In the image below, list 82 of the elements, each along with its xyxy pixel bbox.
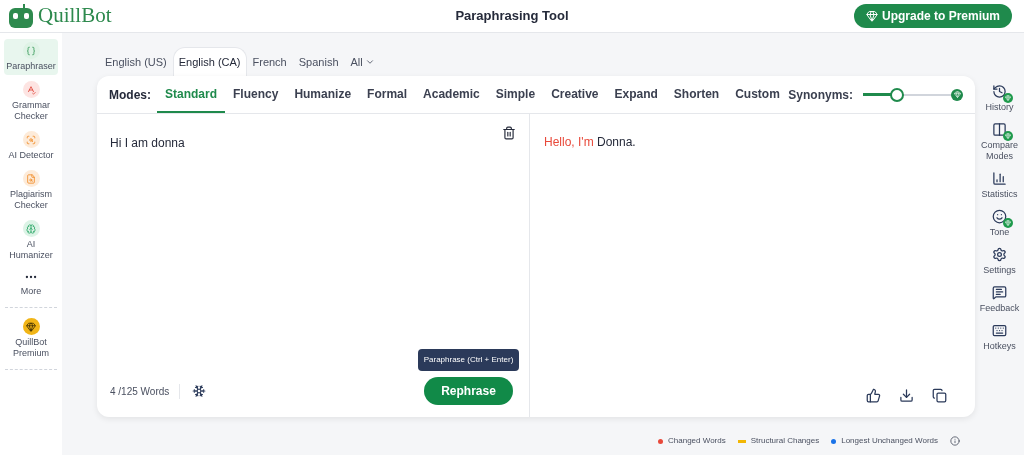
legend-label: Changed Words xyxy=(668,435,726,447)
mode-tab[interactable]: Creative xyxy=(543,76,607,113)
tool-label: Feedback xyxy=(979,303,1020,314)
mode-tab[interactable]: Simple xyxy=(487,76,544,113)
mode-tab[interactable]: Academic xyxy=(415,76,488,113)
sidebar-item[interactable]: More xyxy=(4,267,58,300)
synonyms-slider[interactable] xyxy=(863,87,963,102)
tool-item[interactable]: Tone xyxy=(989,209,1010,238)
input-text[interactable]: Hi I am donna xyxy=(110,134,185,152)
columns-icon xyxy=(992,122,1007,137)
page-title: Paraphrasing Tool xyxy=(455,7,569,26)
language-tab[interactable]: English (CA) xyxy=(172,47,247,76)
info-icon[interactable] xyxy=(950,436,960,446)
premium-badge-icon xyxy=(951,88,963,101)
synonyms-label: Synonyms: xyxy=(788,86,853,104)
mode-tab[interactable]: Formal xyxy=(359,76,416,113)
tool-label: Settings xyxy=(983,265,1016,276)
tooltip: Paraphrase (Ctrl + Enter) xyxy=(417,349,520,371)
document-search-icon xyxy=(22,170,40,187)
legend-label: Structural Changes xyxy=(750,435,820,447)
brain-icon xyxy=(22,220,40,237)
mode-tab[interactable]: Standard xyxy=(157,76,225,113)
thumbs-up-icon[interactable] xyxy=(866,388,881,403)
language-tab[interactable]: All xyxy=(344,47,381,76)
tool-label: Hotkeys xyxy=(983,341,1016,352)
mode-tab[interactable]: Humanize xyxy=(286,76,360,113)
rephrase-button[interactable]: Rephrase xyxy=(424,377,513,405)
settings-icon xyxy=(992,247,1007,262)
tool-label: Compare Modes xyxy=(980,140,1019,162)
message-icon xyxy=(992,285,1007,300)
sidebar-label: More xyxy=(20,286,42,297)
snowflake-icon[interactable] xyxy=(192,384,207,398)
sidebar-item[interactable]: AI Humanizer xyxy=(4,217,58,264)
bar-chart-icon xyxy=(992,171,1007,186)
sidebar-label: Plagiarism Checker xyxy=(9,189,53,211)
sidebar-item[interactable]: Paraphraser xyxy=(4,39,58,75)
spell-check-icon xyxy=(22,81,40,98)
sidebar-label: Paraphraser xyxy=(6,61,56,72)
sidebar-label: Grammar Checker xyxy=(11,100,51,122)
tool-item[interactable]: Settings xyxy=(983,247,1016,276)
brackets-icon xyxy=(22,42,40,59)
premium-badge-icon xyxy=(1003,93,1013,103)
sidebar-item[interactable]: QuillBot Premium xyxy=(4,315,58,362)
sidebar-label: AI Detector xyxy=(8,150,54,161)
download-icon[interactable] xyxy=(899,388,914,403)
keyboard-icon xyxy=(992,323,1007,338)
mode-tab[interactable]: Shorten xyxy=(665,76,728,113)
tool-label: Tone xyxy=(989,227,1010,238)
word-count: 4 /125 Words xyxy=(110,383,181,399)
tool-label: Statistics xyxy=(981,189,1018,200)
history-icon xyxy=(992,84,1007,99)
robot-logo-icon xyxy=(8,3,34,29)
tool-item[interactable]: Feedback xyxy=(979,285,1020,314)
sidebar-item[interactable]: Plagiarism Checker xyxy=(4,167,58,214)
language-tab[interactable]: French xyxy=(246,47,293,76)
tool-item[interactable]: Compare Modes xyxy=(975,122,1024,162)
scan-icon xyxy=(22,131,40,148)
sidebar-label: AI Humanizer xyxy=(8,239,54,261)
logo-text[interactable]: QuillBot xyxy=(38,0,112,32)
language-tab[interactable]: Spanish xyxy=(292,47,345,76)
tool-label: History xyxy=(985,102,1014,113)
legend-label: Longest Unchanged Words xyxy=(841,435,938,447)
language-tab[interactable]: English (US) xyxy=(99,47,173,76)
output-text: Hello, I'm Donna. xyxy=(544,134,637,151)
mode-tab[interactable]: Fluency xyxy=(225,76,287,113)
diamond-icon xyxy=(865,10,878,22)
sidebar-item[interactable]: Grammar Checker xyxy=(4,78,58,125)
tool-item[interactable]: Statistics xyxy=(981,171,1018,200)
tool-item[interactable]: Hotkeys xyxy=(983,323,1016,352)
slider-thumb[interactable] xyxy=(890,87,904,102)
smiley-icon xyxy=(992,209,1007,224)
trash-icon[interactable] xyxy=(502,126,516,140)
premium-badge-icon xyxy=(1003,131,1013,141)
sidebar-item[interactable]: AI Detector xyxy=(4,128,58,164)
copy-icon[interactable] xyxy=(932,388,947,403)
sidebar-label: QuillBot Premium xyxy=(12,337,50,359)
tool-item[interactable]: History xyxy=(985,84,1014,113)
upgrade-button[interactable]: Upgrade to Premium xyxy=(853,4,1012,28)
mode-tab[interactable]: Expand xyxy=(606,76,666,113)
modes-label: Modes: xyxy=(109,86,151,104)
mode-tab[interactable]: Custom xyxy=(727,76,788,113)
premium-badge-icon xyxy=(1003,218,1013,228)
